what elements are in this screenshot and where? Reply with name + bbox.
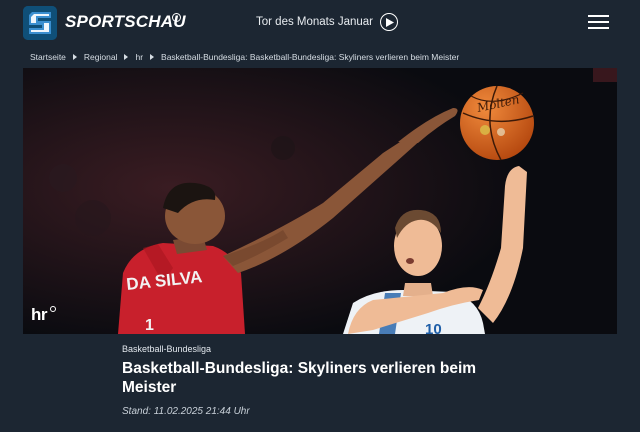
breadcrumb-item-startseite[interactable]: Startseite bbox=[30, 52, 66, 62]
hr-registered-mark-icon bbox=[50, 306, 56, 312]
promo-label: Tor des Monats Januar bbox=[256, 16, 373, 28]
breadcrumb-item-regional[interactable]: Regional bbox=[84, 52, 118, 62]
promo-link-tor-des-monats[interactable]: Tor des Monats Januar bbox=[256, 12, 398, 32]
hero-illustration: DA SILVA 1 10 Molten bbox=[23, 68, 617, 334]
brand-wordmark[interactable]: SPORTSCHAU bbox=[65, 12, 186, 32]
breadcrumb-separator-icon bbox=[72, 54, 77, 60]
jersey-number-right-text: 10 bbox=[425, 321, 442, 334]
hr-logo: hr bbox=[31, 305, 48, 324]
menu-icon[interactable] bbox=[588, 14, 610, 31]
breadcrumb-item-current: Basketball-Bundesliga: Basketball-Bundes… bbox=[161, 52, 460, 62]
jersey-number-text: 1 bbox=[145, 317, 154, 334]
hero-image[interactable]: DA SILVA 1 10 Molten bbox=[23, 68, 617, 334]
sportschau-logo-icon[interactable] bbox=[23, 6, 57, 40]
registered-mark-icon bbox=[172, 13, 181, 22]
breadcrumb-separator-icon bbox=[124, 54, 129, 60]
site-header: SPORTSCHAU Tor des Monats Januar bbox=[0, 0, 640, 44]
breadcrumb: Startseite Regional hr Basketball-Bundes… bbox=[30, 51, 459, 63]
article-topline: Basketball-Bundesliga bbox=[122, 344, 212, 354]
play-icon bbox=[379, 13, 398, 31]
breadcrumb-separator-icon bbox=[150, 54, 155, 60]
breadcrumb-item-hr[interactable]: hr bbox=[135, 52, 143, 62]
article-headline: Basketball-Bundesliga: Skyliners verlier… bbox=[122, 360, 477, 396]
article-timestamp: Stand: 11.02.2025 21:44 Uhr bbox=[122, 406, 250, 417]
